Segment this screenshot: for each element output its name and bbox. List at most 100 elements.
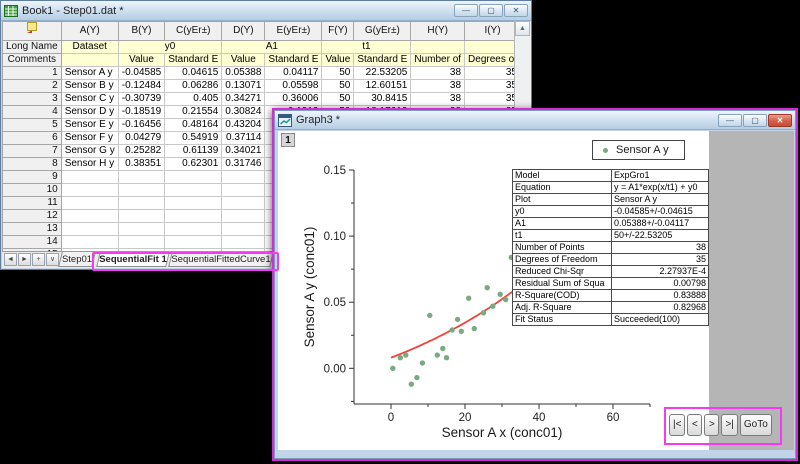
worksheet-cell[interactable]: 0.62301: [165, 158, 222, 171]
worksheet-cell[interactable]: [165, 223, 222, 236]
column-header[interactable]: G(yEr±): [354, 22, 411, 41]
worksheet-cell[interactable]: 0.06286: [165, 80, 222, 93]
worksheet-cell[interactable]: 0.34271: [222, 93, 265, 106]
worksheet-cell[interactable]: [118, 197, 164, 210]
longname-cell[interactable]: [411, 41, 465, 54]
worksheet-cell[interactable]: 38: [411, 80, 465, 93]
maximize-icon[interactable]: ▢: [743, 114, 767, 127]
book1-titlebar[interactable]: Book1 - Step01.dat * — ▢ ✕: [1, 1, 531, 21]
worksheet-cell[interactable]: [222, 184, 265, 197]
worksheet-cell[interactable]: Sensor A y: [61, 67, 118, 80]
nav-last-button[interactable]: >|: [721, 414, 737, 436]
worksheet-cell[interactable]: Sensor H y: [61, 158, 118, 171]
column-header[interactable]: H(Y): [411, 22, 465, 41]
tab-first-icon[interactable]: ◄: [4, 253, 17, 266]
comments-cell[interactable]: Standard E: [265, 54, 322, 67]
row-header[interactable]: 7: [3, 145, 62, 158]
column-header[interactable]: F(Y): [322, 22, 354, 41]
worksheet-cell[interactable]: 0.31746: [222, 158, 265, 171]
graph3-titlebar[interactable]: Graph3 * — ▢ ✕: [275, 111, 795, 130]
worksheet-cell[interactable]: Sensor D y: [61, 106, 118, 119]
worksheet-cell[interactable]: 0.05598: [265, 80, 322, 93]
scatter-points[interactable]: [390, 255, 514, 387]
worksheet-cell[interactable]: -0.30739: [118, 93, 164, 106]
row-label-comments[interactable]: Comments: [3, 54, 62, 67]
legend[interactable]: Sensor A y: [592, 140, 685, 160]
nav-next-button[interactable]: >: [704, 414, 719, 436]
comments-cell[interactable]: Standard E: [165, 54, 222, 67]
worksheet-cell[interactable]: [61, 236, 118, 249]
column-header[interactable]: B(Y): [118, 22, 164, 41]
worksheet-cell[interactable]: 0.34021: [222, 145, 265, 158]
worksheet-cell[interactable]: 0.04615: [165, 67, 222, 80]
worksheet-cell[interactable]: 0.54919: [165, 132, 222, 145]
comments-cell[interactable]: Value: [222, 54, 265, 67]
worksheet-cell[interactable]: -0.04585: [118, 67, 164, 80]
worksheet-cell[interactable]: 0.405: [165, 93, 222, 106]
longname-cell[interactable]: Dataset: [61, 41, 118, 54]
row-header[interactable]: 9: [3, 171, 62, 184]
comments-cell[interactable]: [61, 54, 118, 67]
worksheet-cell[interactable]: -0.16456: [118, 119, 164, 132]
worksheet-cell[interactable]: [165, 184, 222, 197]
worksheet-cell[interactable]: Sensor C y: [61, 93, 118, 106]
worksheet-cell[interactable]: 35: [465, 93, 521, 106]
worksheet-cell[interactable]: 0.61139: [165, 145, 222, 158]
worksheet-cell[interactable]: 0.43204: [222, 119, 265, 132]
worksheet-cell[interactable]: 50: [322, 67, 354, 80]
row-label-longname[interactable]: Long Name: [3, 41, 62, 54]
worksheet-corner-cell[interactable]: [3, 22, 62, 41]
worksheet-cell[interactable]: [222, 236, 265, 249]
row-header[interactable]: 8: [3, 158, 62, 171]
row-header[interactable]: 10: [3, 184, 62, 197]
worksheet-cell[interactable]: 0.36006: [265, 93, 322, 106]
worksheet-cell[interactable]: 0.38351: [118, 158, 164, 171]
column-header[interactable]: D(Y): [222, 22, 265, 41]
worksheet-cell[interactable]: 0.30824: [222, 106, 265, 119]
worksheet-cell[interactable]: 35: [465, 67, 521, 80]
worksheet-cell[interactable]: -0.18519: [118, 106, 164, 119]
longname-cell[interactable]: [465, 41, 521, 54]
column-header[interactable]: C(yEr±): [165, 22, 222, 41]
worksheet-cell[interactable]: 22.53205: [354, 67, 411, 80]
column-header[interactable]: I(Y): [465, 22, 521, 41]
worksheet-cell[interactable]: [165, 171, 222, 184]
comments-cell[interactable]: Number of: [411, 54, 465, 67]
worksheet-cell[interactable]: [61, 223, 118, 236]
minimize-icon[interactable]: —: [454, 4, 478, 17]
row-header[interactable]: 2: [3, 80, 62, 93]
close-icon[interactable]: ✕: [768, 114, 792, 127]
worksheet-cell[interactable]: [222, 197, 265, 210]
row-header[interactable]: 13: [3, 223, 62, 236]
worksheet-cell[interactable]: [61, 210, 118, 223]
worksheet-cell[interactable]: Sensor G y: [61, 145, 118, 158]
worksheet-cell[interactable]: 50: [322, 80, 354, 93]
scroll-up-icon[interactable]: ▲: [515, 21, 530, 36]
worksheet-cell[interactable]: 0.04279: [118, 132, 164, 145]
worksheet-cell[interactable]: 0.04117: [265, 67, 322, 80]
layer-1-badge[interactable]: 1: [281, 133, 295, 147]
worksheet-cell[interactable]: [61, 184, 118, 197]
comments-cell[interactable]: Value: [322, 54, 354, 67]
worksheet-cell[interactable]: Sensor F y: [61, 132, 118, 145]
row-header[interactable]: 4: [3, 106, 62, 119]
row-header[interactable]: 3: [3, 93, 62, 106]
nav-prev-button[interactable]: <: [687, 414, 702, 436]
tab-add-icon[interactable]: +: [32, 253, 45, 266]
tab-next-icon[interactable]: ►: [18, 253, 31, 266]
worksheet-cell[interactable]: [222, 210, 265, 223]
comments-cell[interactable]: Value: [118, 54, 164, 67]
row-header[interactable]: 1: [3, 67, 62, 80]
maximize-icon[interactable]: ▢: [479, 4, 503, 17]
comments-cell[interactable]: Standard E: [354, 54, 411, 67]
worksheet-cell[interactable]: Sensor E y: [61, 119, 118, 132]
row-header[interactable]: 5: [3, 119, 62, 132]
worksheet-cell[interactable]: [165, 236, 222, 249]
worksheet-cell[interactable]: [222, 171, 265, 184]
nav-first-button[interactable]: |<: [669, 414, 685, 436]
worksheet-cell[interactable]: [118, 184, 164, 197]
worksheet-cell[interactable]: 50: [322, 93, 354, 106]
worksheet-cell[interactable]: 0.25282: [118, 145, 164, 158]
worksheet-cell[interactable]: [165, 197, 222, 210]
worksheet-cell[interactable]: 0.13071: [222, 80, 265, 93]
